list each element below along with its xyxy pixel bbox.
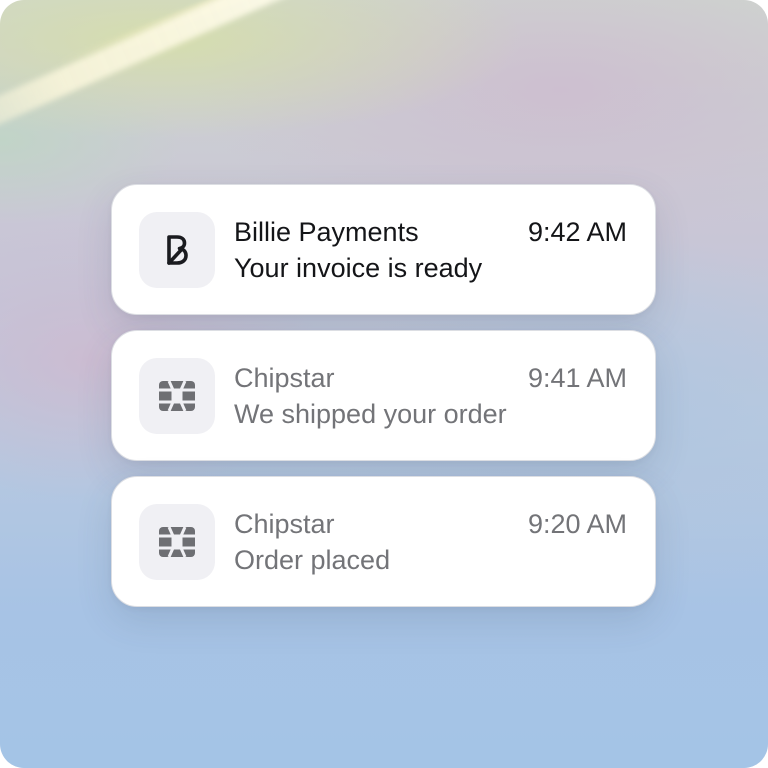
notification-time: 9:41 AM xyxy=(527,363,627,393)
billie-logo-icon xyxy=(167,235,188,265)
chip-icon xyxy=(159,526,195,558)
chip-icon xyxy=(159,380,195,412)
notification-message: We shipped your order xyxy=(234,399,507,429)
notification-card[interactable]: Billie Payments 9:42 AM Your invoice is … xyxy=(111,184,656,315)
notification-card[interactable]: Chipstar 9:41 AM We shipped your order xyxy=(111,330,656,461)
app-icon-tile xyxy=(139,358,215,434)
wallpaper-streak xyxy=(0,0,768,175)
app-icon-tile xyxy=(139,504,215,580)
notification-stack: Billie Payments 9:42 AM Your invoice is … xyxy=(111,184,656,622)
notification-app-name: Chipstar xyxy=(234,363,335,393)
notification-time: 9:20 AM xyxy=(527,509,627,539)
notification-card[interactable]: Chipstar 9:20 AM Order placed xyxy=(111,476,656,607)
app-icon-tile xyxy=(139,212,215,288)
notification-message: Order placed xyxy=(234,545,391,575)
notification-app-name: Chipstar xyxy=(234,509,335,539)
notification-app-name: Billie Payments xyxy=(234,217,419,247)
notification-message: Your invoice is ready xyxy=(234,253,483,283)
notification-time: 9:42 AM xyxy=(527,217,627,247)
